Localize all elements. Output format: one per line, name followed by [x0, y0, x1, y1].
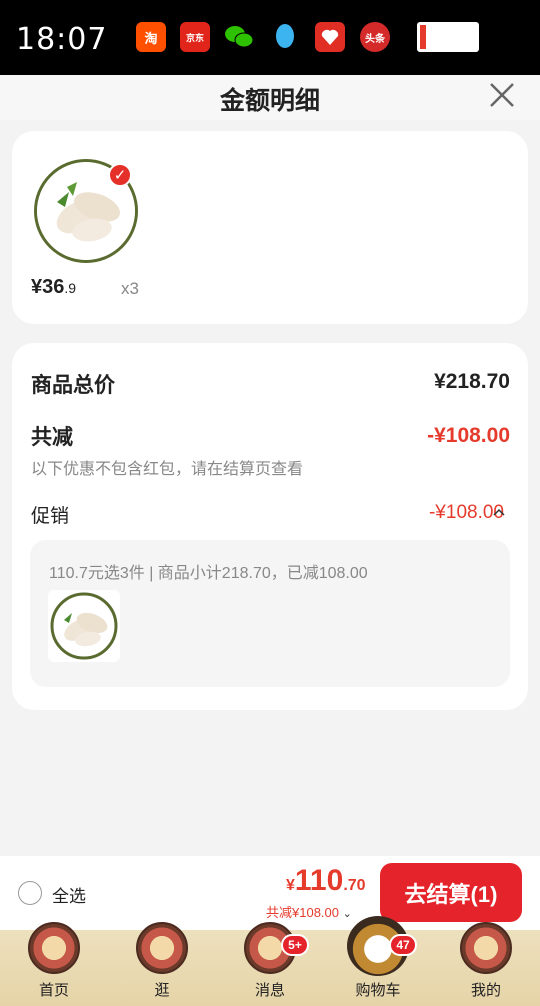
total-value: ¥218.70 [434, 370, 510, 393]
promo-label: 促销 [31, 506, 70, 527]
chevron-up-icon[interactable] [493, 508, 505, 516]
promo-detail-box: 110.7元选3件 | 商品小计218.70，已减108.00 [30, 540, 510, 687]
battery-icon [417, 22, 479, 52]
product-card [12, 131, 528, 324]
page-title: 金额明细 [219, 87, 320, 115]
toutiao-icon: 头条 [360, 22, 390, 52]
reduce-value: -¥108.00 [427, 424, 510, 447]
taobao-icon: 淘 [136, 22, 166, 52]
select-all-label[interactable]: 全选 [52, 882, 86, 907]
qq-icon [270, 22, 300, 52]
select-all-checkbox[interactable] [18, 881, 42, 905]
product-price: ¥36.9 [31, 276, 77, 298]
promo-product-image[interactable] [48, 590, 120, 662]
reduce-note: 以下优惠不包含红包，请在结算页查看 [31, 461, 304, 478]
cart-badge: 47 [389, 934, 417, 956]
reduce-label: 共减 [31, 426, 73, 449]
selected-check-icon[interactable]: ✓ [108, 163, 132, 187]
chevron-down-icon: ⌄ [342, 908, 352, 920]
checkout-button[interactable]: 去结算(1) [380, 863, 522, 922]
pinduoduo-icon [315, 22, 345, 52]
total-discount[interactable]: 共减¥108.00 ⌄ [266, 902, 352, 921]
profile-icon [460, 922, 512, 974]
close-icon [490, 83, 514, 107]
tab-mine[interactable]: 我的 [441, 922, 531, 1006]
browse-icon [136, 922, 188, 974]
close-button[interactable] [486, 79, 518, 111]
tab-home[interactable]: 首页 [9, 922, 99, 1006]
tab-browse[interactable]: 逛 [117, 922, 207, 1006]
status-time: 18:07 [16, 22, 108, 57]
product-quantity: x3 [121, 279, 139, 298]
wechat-icon [224, 22, 254, 52]
home-icon [28, 922, 80, 974]
messages-badge: 5+ [281, 934, 309, 956]
status-bar: 18:07 淘 京东 头条 [0, 0, 540, 75]
header: 金额明细 [0, 75, 540, 120]
tab-cart[interactable]: 购物车 47 [333, 916, 423, 1006]
checkout-bar: 全选 ¥110.70 共减¥108.00 ⌄ 去结算(1) [0, 856, 540, 930]
total-label: 商品总价 [31, 374, 115, 397]
tab-bar: 首页 逛 消息 5+ 购物车 47 我的 [0, 916, 540, 1006]
jd-icon: 京东 [180, 22, 210, 52]
promo-detail-text: 110.7元选3件 | 商品小计218.70，已减108.00 [49, 565, 368, 582]
total-price: ¥110.70 [286, 864, 366, 897]
tab-messages[interactable]: 消息 5+ [225, 922, 315, 1006]
